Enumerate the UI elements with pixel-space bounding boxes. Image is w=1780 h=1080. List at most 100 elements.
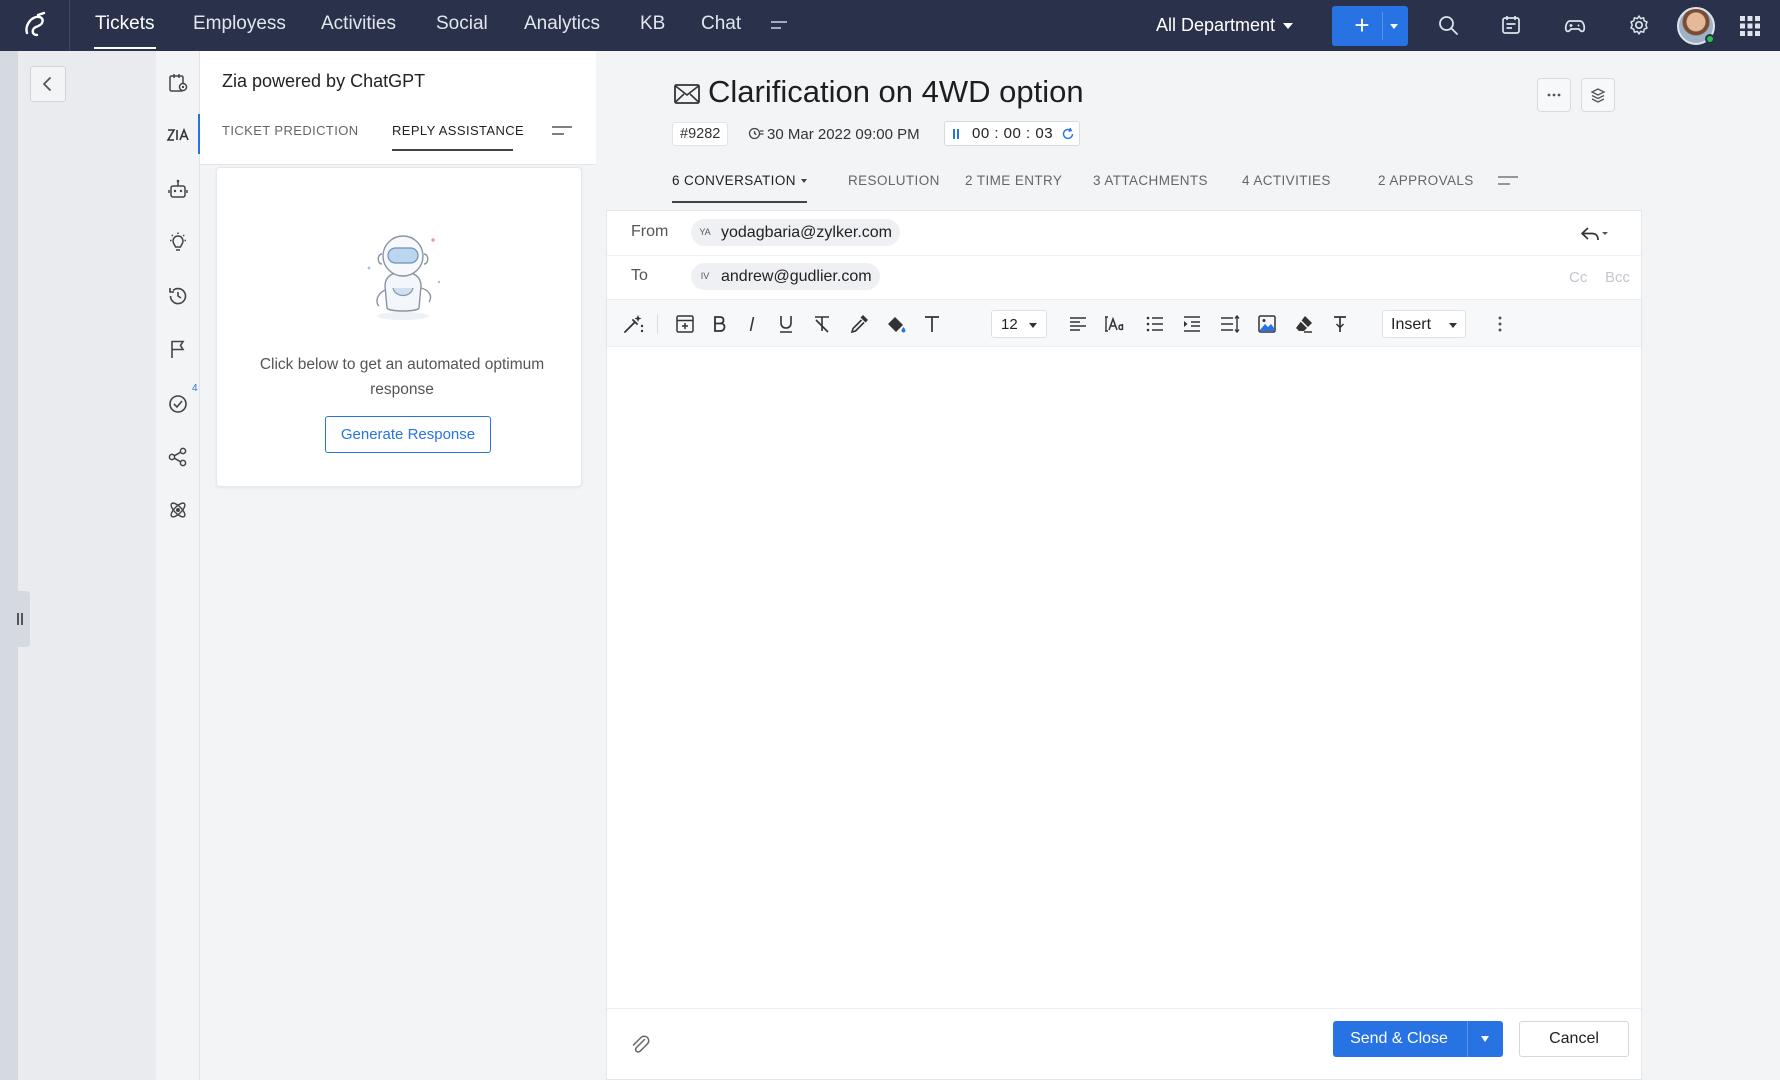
- ticket-tool-rail: 4: [156, 51, 200, 1080]
- from-address-chip[interactable]: YA yodagbaria@zylker.com: [691, 219, 900, 246]
- conversation-chevron-down-icon: [800, 179, 807, 184]
- nav-chat[interactable]: Chat: [701, 13, 741, 35]
- indent-icon[interactable]: [1180, 312, 1204, 336]
- flag-icon[interactable]: [166, 337, 190, 361]
- settings-gear-icon[interactable]: [1627, 13, 1651, 37]
- zia-tab-active-indicator: [392, 149, 513, 151]
- fill-color-bucket-icon[interactable]: [884, 312, 908, 336]
- zia-ai-icon[interactable]: [166, 123, 190, 147]
- generate-response-button[interactable]: Generate Response: [325, 416, 491, 453]
- cc-toggle[interactable]: Cc: [1569, 269, 1587, 286]
- nav-activities[interactable]: Activities: [321, 13, 396, 35]
- tab-conversation[interactable]: 6 CONVERSATION: [672, 173, 807, 188]
- logo-divider: [69, 0, 70, 51]
- reply-assistance-card: Click below to get an automated optimum …: [216, 167, 582, 487]
- right-margin: [1652, 51, 1780, 1080]
- cancel-button[interactable]: Cancel: [1519, 1021, 1629, 1057]
- lightbulb-icon[interactable]: [166, 231, 190, 255]
- nav-active-indicator: [94, 47, 156, 49]
- tab-reply-assistance[interactable]: REPLY ASSISTANCE: [392, 123, 524, 138]
- italic-icon[interactable]: [740, 312, 764, 336]
- font-size-select[interactable]: 12: [991, 310, 1047, 338]
- underline-icon[interactable]: [774, 312, 798, 336]
- layers-button[interactable]: [1581, 78, 1615, 112]
- send-options-chevron-icon[interactable]: [1481, 1036, 1489, 1042]
- bot-icon[interactable]: [166, 177, 190, 201]
- task-check-icon[interactable]: [166, 391, 190, 415]
- zia-tabs-more-icon[interactable]: [552, 125, 572, 137]
- notes-icon[interactable]: [1499, 13, 1523, 37]
- gamepad-icon[interactable]: [1563, 13, 1587, 37]
- sidebar-edge-strip: [0, 51, 18, 1080]
- insert-chevron-icon: [1449, 323, 1457, 328]
- user-avatar[interactable]: [1677, 7, 1715, 45]
- nav-kb[interactable]: KB: [640, 13, 665, 35]
- tab-attachments[interactable]: 3 ATTACHMENTS: [1093, 173, 1208, 188]
- bcc-toggle[interactable]: Bcc: [1605, 269, 1630, 286]
- integrations-atom-icon[interactable]: [166, 498, 190, 522]
- app-grid-icon[interactable]: [1738, 14, 1762, 38]
- text-color-picker-icon[interactable]: [847, 312, 871, 336]
- more-vertical-icon[interactable]: [1488, 312, 1512, 336]
- insert-template-icon[interactable]: [673, 312, 697, 336]
- nav-social[interactable]: Social: [436, 13, 488, 35]
- app-window: Tickets Employess Activities Social Anal…: [0, 0, 1780, 1080]
- tab-ticket-prediction[interactable]: TICKET PREDICTION: [222, 123, 359, 138]
- timer-pause-icon[interactable]: [953, 129, 955, 139]
- department-selector[interactable]: All Department: [1156, 15, 1294, 36]
- to-address-chip[interactable]: IV andrew@gudlier.com: [691, 263, 880, 290]
- add-dropdown-chevron-icon[interactable]: [1390, 24, 1398, 29]
- chevron-left-icon: [43, 77, 51, 91]
- insert-image-icon[interactable]: [1255, 312, 1279, 336]
- nav-tickets[interactable]: Tickets: [95, 13, 154, 35]
- desk-logo-icon[interactable]: [20, 10, 50, 40]
- reply-assistance-message: Click below to get an automated optimum …: [259, 356, 545, 398]
- tab-active-indicator: [672, 201, 807, 203]
- reply-type-dropdown-icon[interactable]: [1577, 225, 1611, 243]
- nav-analytics[interactable]: Analytics: [524, 13, 600, 35]
- task-count-badge: 4: [192, 383, 198, 394]
- tab-approvals[interactable]: 2 APPROVALS: [1378, 173, 1474, 188]
- nav-more-icon[interactable]: [770, 18, 788, 32]
- zia-panel: Zia powered by ChatGPT TICKET PREDICTION…: [200, 51, 596, 1080]
- tabs-more-icon[interactable]: [1498, 175, 1518, 187]
- from-email: yodagbaria@zylker.com: [721, 224, 892, 241]
- reply-composer: From YA yodagbaria@zylker.com To IV andrew…: [606, 210, 1642, 1080]
- ai-compose-icon[interactable]: [621, 312, 645, 336]
- plus-icon[interactable]: +: [1344, 6, 1380, 46]
- toolbar-separator: [657, 314, 658, 334]
- align-left-icon[interactable]: [1066, 312, 1090, 336]
- text-format-icon[interactable]: [1328, 312, 1352, 336]
- search-icon[interactable]: [1436, 13, 1460, 37]
- paperclip-attach-icon[interactable]: [629, 1033, 651, 1055]
- due-date-text: 30 Mar 2022 09:00 PM: [767, 126, 920, 143]
- editor-toolbar: 12 Insert: [607, 299, 1641, 347]
- bold-icon[interactable]: [707, 312, 731, 336]
- composer-footer: Send & Close Cancel: [607, 1008, 1641, 1079]
- font-case-icon[interactable]: [1103, 312, 1127, 336]
- eraser-icon[interactable]: [1292, 312, 1316, 336]
- bulleted-list-icon[interactable]: [1143, 312, 1167, 336]
- history-icon[interactable]: [166, 284, 190, 308]
- insert-dropdown[interactable]: Insert: [1382, 310, 1466, 338]
- to-label: To: [631, 267, 648, 284]
- ticket-id-badge[interactable]: #9282: [672, 122, 729, 146]
- send-and-close-button[interactable]: Send & Close: [1333, 1021, 1503, 1057]
- share-icon[interactable]: [166, 445, 190, 469]
- tab-activities[interactable]: 4 ACTIVITIES: [1242, 173, 1331, 188]
- clear-formatting-icon[interactable]: [810, 312, 834, 336]
- reply-editor-body[interactable]: [607, 348, 1641, 1006]
- collapse-panel-button[interactable]: [30, 66, 66, 102]
- tab-time-entry[interactable]: 2 TIME ENTRY: [965, 173, 1062, 188]
- sidebar-drag-handle[interactable]: [10, 591, 30, 647]
- line-spacing-icon[interactable]: [1218, 312, 1242, 336]
- add-button-divider: [1382, 12, 1383, 40]
- more-options-button[interactable]: [1537, 78, 1571, 112]
- nav-employess[interactable]: Employess: [193, 13, 286, 35]
- tab-resolution[interactable]: RESOLUTION: [848, 173, 940, 188]
- add-new-button[interactable]: +: [1332, 6, 1408, 46]
- zia-robot-illustration: [367, 235, 441, 320]
- font-type-icon[interactable]: [920, 312, 944, 336]
- timer-reset-icon[interactable]: [1061, 127, 1075, 141]
- ticket-properties-icon[interactable]: [166, 71, 190, 95]
